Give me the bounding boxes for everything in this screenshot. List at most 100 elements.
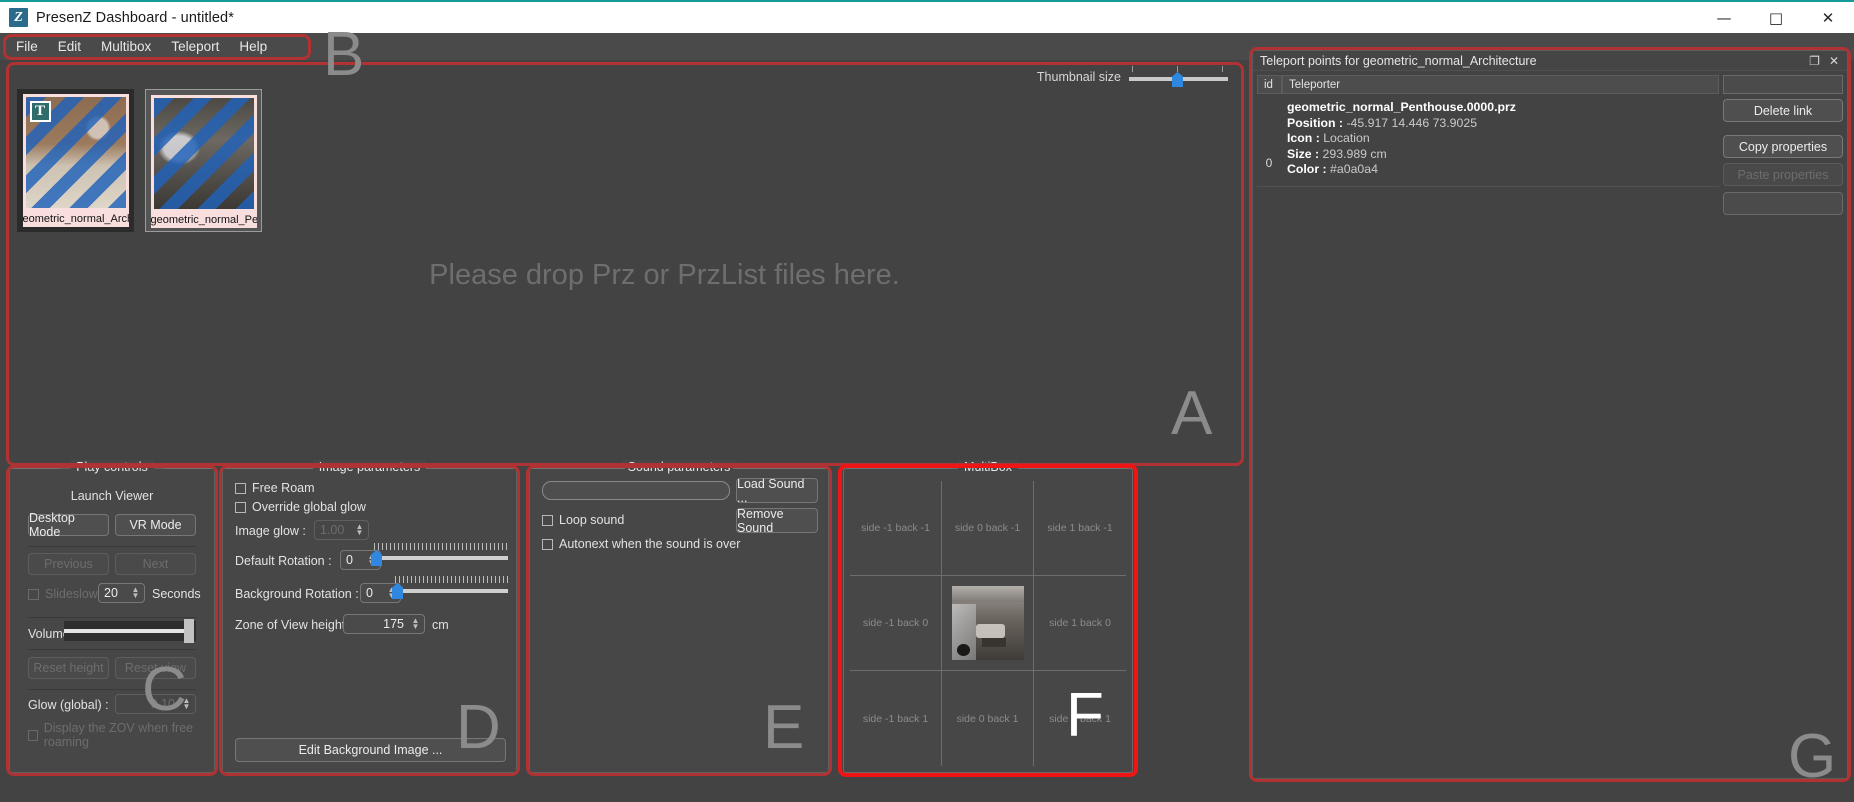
teleport-actions: Delete link Copy properties Paste proper… — [1723, 75, 1843, 220]
minimize-icon[interactable]: — — [1698, 1, 1750, 34]
image-parameters-panel: Image parameters Free Roam Override glob… — [222, 460, 517, 773]
menu-item-file[interactable]: File — [6, 35, 48, 58]
background-rotation-value: 0 — [366, 586, 373, 600]
copy-properties-button[interactable]: Copy properties — [1723, 135, 1843, 158]
teleport-size-value: 293.989 cm — [1322, 146, 1387, 161]
thumbnail-item-architecture[interactable]: T eometric_normal_Architectur — [17, 89, 134, 232]
volume-fill — [64, 629, 189, 633]
zov-height-stepper[interactable]: 175 ▲ ▼ — [343, 614, 425, 634]
checkbox-box — [28, 588, 39, 600]
thumbnail-list: T eometric_normal_Architectur geometric_… — [17, 89, 262, 232]
teleport-file-name: geometric_normal_Penthouse.0000.prz — [1287, 100, 1516, 114]
thumbnail-size-label: Thumbnail size — [1036, 70, 1121, 84]
table-row[interactable]: 0 geometric_normal_Penthouse.0000.prz Po… — [1257, 94, 1719, 187]
multibox-cell-label: side 0 back -1 — [954, 522, 1021, 534]
teleport-icon-row: Icon : Location — [1287, 131, 1516, 147]
image-glow-label: Image glow : — [235, 524, 306, 538]
slider-track — [374, 556, 508, 560]
close-icon[interactable]: ✕ — [1802, 1, 1854, 34]
image-parameters-title: Image parameters — [312, 460, 427, 474]
teleport-row-details: geometric_normal_Penthouse.0000.prz Posi… — [1281, 94, 1516, 186]
slider-handle[interactable] — [392, 583, 403, 599]
menu-item-teleport[interactable]: Teleport — [161, 35, 229, 58]
teleport-size-row: Size : 293.989 cm — [1287, 147, 1516, 163]
default-rotation-slider[interactable] — [371, 543, 511, 569]
vr-mode-button[interactable]: VR Mode — [115, 514, 196, 536]
sound-path-input[interactable] — [542, 481, 730, 500]
thumbnail-item-penthouse[interactable]: geometric_normal_Penthouse — [145, 89, 262, 232]
multibox-cell[interactable]: side -1 back 0 — [850, 576, 942, 671]
menu-item-edit[interactable]: Edit — [48, 35, 91, 58]
loop-sound-label: Loop sound — [559, 513, 625, 527]
background-rotation-slider[interactable] — [392, 576, 512, 602]
zov-height-unit: cm — [432, 618, 449, 632]
column-header-id[interactable]: id — [1257, 75, 1282, 94]
slider-ticks — [374, 543, 508, 550]
multibox-cell[interactable]: side 1 back 0 — [1034, 576, 1126, 671]
override-global-glow-checkbox[interactable]: Override global glow — [235, 500, 366, 514]
seconds-label: Seconds — [152, 587, 201, 601]
multibox-panel: MultiBox side -1 back -1 side 0 back -1 … — [843, 460, 1133, 773]
multibox-cell[interactable]: side 0 back 1 — [942, 671, 1034, 766]
volume-handle[interactable] — [184, 619, 194, 643]
multibox-cell[interactable]: side 0 back -1 — [942, 481, 1034, 576]
teleport-panel-controls: ❐ ✕ — [1809, 54, 1847, 68]
volume-slider[interactable] — [64, 619, 196, 643]
remove-sound-button[interactable]: Remove Sound — [736, 507, 818, 535]
autonext-label: Autonext when the sound is over — [559, 537, 741, 551]
close-icon[interactable]: ✕ — [1829, 54, 1839, 68]
thumbnail-size-slider[interactable] — [1129, 66, 1228, 88]
reset-height-button[interactable]: Reset height — [28, 657, 109, 679]
multibox-cell[interactable]: side -1 back 1 — [850, 671, 942, 766]
teleport-badge-icon: T — [29, 101, 51, 122]
window-controls: — □ ✕ — [1698, 1, 1854, 34]
teleport-action-spacer — [1723, 192, 1843, 215]
next-button[interactable]: Next — [115, 553, 196, 575]
autonext-checkbox[interactable]: Autonext when the sound is over — [542, 537, 740, 551]
teleport-row-id: 0 — [1265, 156, 1273, 170]
multibox-cell-active[interactable] — [942, 576, 1034, 671]
multibox-cell[interactable]: side 1 back -1 — [1034, 481, 1126, 576]
multibox-cell-label: side 1 back 0 — [1049, 617, 1111, 629]
previous-button[interactable]: Previous — [28, 553, 109, 575]
checkbox-box — [542, 514, 553, 526]
paste-properties-button[interactable]: Paste properties — [1723, 163, 1843, 186]
image-glow-stepper[interactable]: 1.00 ▲ ▼ — [314, 520, 369, 540]
stepper-arrows[interactable]: ▲▼ — [354, 521, 365, 539]
loop-sound-checkbox[interactable]: Loop sound — [542, 513, 624, 527]
menu-item-multibox[interactable]: Multibox — [91, 35, 161, 58]
multibox-cell[interactable]: side -1 back -1 — [850, 481, 942, 576]
divider — [28, 649, 196, 650]
free-roam-checkbox[interactable]: Free Roam — [235, 481, 315, 495]
display-zov-checkbox[interactable]: Display the ZOV when free roaming — [28, 721, 214, 749]
menu-item-help[interactable]: Help — [229, 35, 277, 58]
drop-area[interactable]: Please drop Prz or PrzList files here. T… — [9, 66, 1240, 464]
divider — [28, 546, 196, 547]
slideslow-checkbox[interactable]: Slideslow — [28, 587, 98, 601]
play-controls-panel: Play controls Launch Viewer Desktop Mode… — [9, 460, 215, 773]
app-window: Z PresenZ Dashboard - untitled* — □ ✕ Fi… — [0, 0, 1854, 802]
slideslow-seconds-value: 20 — [104, 586, 118, 600]
annotation-letter-c: C — [142, 655, 187, 724]
multibox-cell-label: side -1 back 1 — [862, 712, 929, 725]
multibox-preview-image — [951, 586, 1024, 660]
stepper-arrows[interactable]: ▲▼ — [410, 615, 421, 633]
checkbox-box — [235, 482, 246, 494]
delete-link-button[interactable]: Delete link — [1723, 99, 1843, 122]
load-sound-button[interactable]: Load Sound ... — [736, 477, 818, 505]
display-zov-label: Display the ZOV when free roaming — [43, 721, 194, 749]
float-window-icon[interactable]: ❐ — [1809, 54, 1820, 68]
sound-parameters-title: Sound parameters — [621, 460, 737, 474]
column-header-teleporter[interactable]: Teleporter — [1282, 75, 1719, 94]
desktop-mode-button[interactable]: Desktop Mode — [28, 511, 109, 539]
checkbox-box — [235, 501, 246, 513]
glow-global-label: Glow (global) : — [28, 698, 109, 712]
multibox-cell-label: side -1 back 0 — [862, 617, 929, 629]
thumbnail-image: T — [22, 94, 129, 211]
slider-handle[interactable] — [371, 550, 382, 566]
stepper-arrows[interactable]: ▲▼ — [130, 584, 141, 602]
teleport-position-label: Position : — [1287, 115, 1344, 130]
maximize-icon[interactable]: □ — [1750, 1, 1802, 34]
slideslow-seconds-stepper[interactable]: 20 ▲ ▼ — [98, 583, 145, 603]
slider-handle[interactable] — [1172, 72, 1183, 87]
